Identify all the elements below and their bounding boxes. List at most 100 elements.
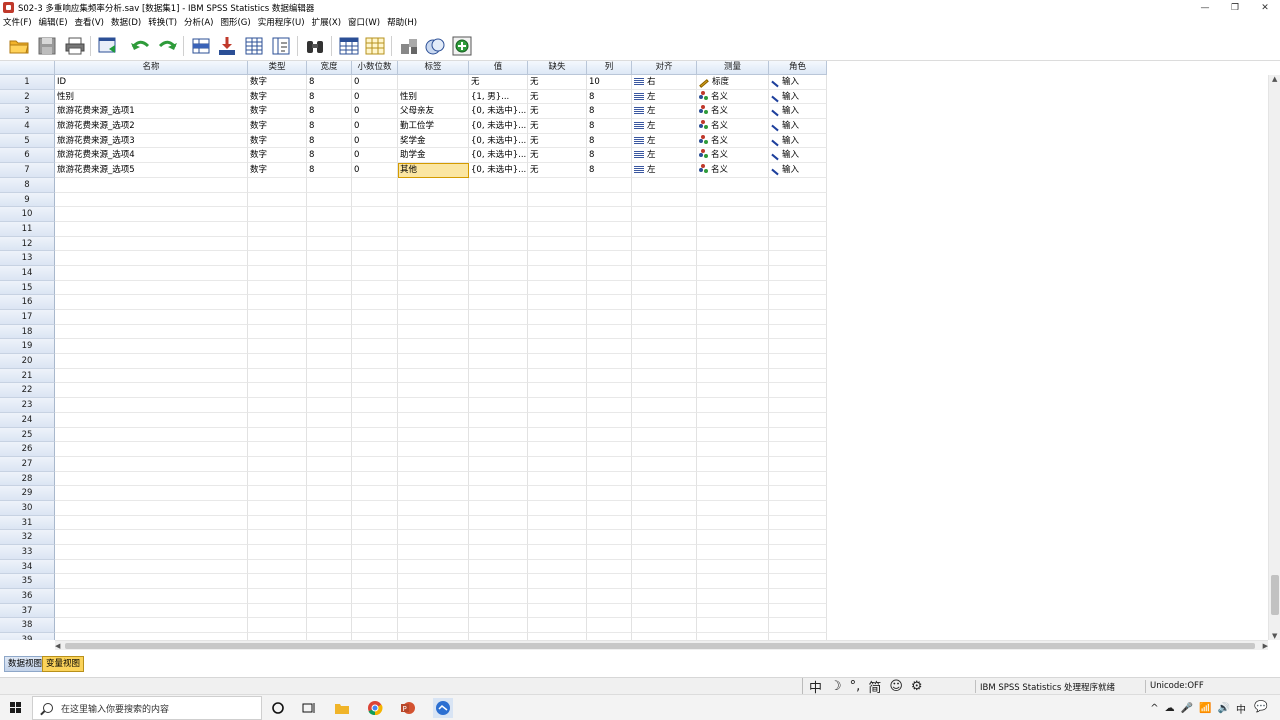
cell-label[interactable]	[398, 368, 469, 384]
cell-name[interactable]	[55, 618, 248, 634]
cell-align[interactable]	[632, 251, 697, 266]
cell-width[interactable]	[307, 339, 352, 355]
cell-align[interactable]	[632, 486, 697, 501]
cell-values[interactable]	[469, 280, 528, 296]
cell-label[interactable]	[398, 324, 469, 340]
cell-name[interactable]: 旅游花费来源_选项2	[55, 119, 248, 134]
cell-decimals[interactable]	[352, 559, 398, 575]
cell-measure[interactable]: 名义	[697, 104, 769, 120]
cell-role[interactable]	[769, 427, 827, 443]
column-header-columns[interactable]: 列	[587, 61, 632, 75]
cell-measure[interactable]	[697, 442, 769, 457]
cell-width[interactable]	[307, 574, 352, 590]
goto-case-icon[interactable]	[190, 35, 212, 57]
cell-missing[interactable]: 无	[528, 133, 587, 149]
cell-type[interactable]	[248, 559, 307, 575]
cortana-icon[interactable]	[270, 700, 286, 716]
cell-columns[interactable]	[587, 500, 632, 516]
row-number[interactable]: 23	[0, 398, 55, 413]
row-number[interactable]: 29	[0, 486, 55, 501]
cell-measure[interactable]	[697, 589, 769, 604]
cell-missing[interactable]	[528, 221, 587, 237]
cell-missing[interactable]	[528, 280, 587, 296]
cell-align[interactable]	[632, 618, 697, 634]
cell-align[interactable]	[632, 221, 697, 237]
cell-decimals[interactable]	[352, 324, 398, 340]
notification-icon[interactable]: 💬	[1254, 700, 1268, 713]
menu-file[interactable]: 文件(F)	[2, 15, 38, 31]
row-number[interactable]: 6	[0, 148, 55, 164]
cell-columns[interactable]	[587, 559, 632, 575]
cell-columns[interactable]	[587, 633, 632, 640]
cell-columns[interactable]: 8	[587, 104, 632, 120]
cell-label[interactable]: 助学金	[398, 148, 469, 164]
column-header-label[interactable]: 标签	[398, 61, 469, 75]
cell-label[interactable]	[398, 398, 469, 413]
variables-icon[interactable]	[243, 35, 265, 57]
cell-decimals[interactable]	[352, 383, 398, 399]
cell-decimals[interactable]: 0	[352, 163, 398, 178]
row-number[interactable]: 22	[0, 383, 55, 399]
cell-label[interactable]: 父母亲友	[398, 104, 469, 120]
scroll-down-icon[interactable]: ▼	[1272, 632, 1277, 640]
cell-width[interactable]	[307, 456, 352, 472]
cell-align[interactable]	[632, 427, 697, 443]
menu-analyze[interactable]: 分析(A)	[183, 15, 219, 31]
cell-values[interactable]	[469, 633, 528, 640]
vertical-scrollbar[interactable]: ▲ ▼	[1268, 75, 1280, 640]
scroll-right-icon[interactable]: ▶	[1263, 642, 1268, 650]
cell-columns[interactable]	[587, 236, 632, 252]
cell-decimals[interactable]: 0	[352, 104, 398, 120]
cell-values[interactable]	[469, 236, 528, 252]
cell-width[interactable]	[307, 618, 352, 634]
menu-extensions[interactable]: 扩展(X)	[311, 15, 347, 31]
cell-measure[interactable]	[697, 383, 769, 399]
cell-width[interactable]: 8	[307, 163, 352, 178]
cell-name[interactable]	[55, 456, 248, 472]
column-header-measure[interactable]: 测量	[697, 61, 769, 75]
cell-width[interactable]: 8	[307, 104, 352, 120]
cell-type[interactable]	[248, 368, 307, 384]
split-file-icon[interactable]	[398, 35, 420, 57]
cell-width[interactable]	[307, 427, 352, 443]
cell-label[interactable]: 性别	[398, 89, 469, 105]
cell-role[interactable]	[769, 265, 827, 281]
cell-width[interactable]	[307, 192, 352, 208]
cell-width[interactable]	[307, 545, 352, 560]
cell-align[interactable]: 左	[632, 148, 697, 164]
cell-label[interactable]	[398, 486, 469, 501]
recall-dialog-icon[interactable]	[97, 35, 119, 57]
cell-align[interactable]	[632, 280, 697, 296]
cell-label[interactable]	[398, 574, 469, 590]
menu-utilities[interactable]: 实用程序(U)	[257, 15, 311, 31]
cell-role[interactable]	[769, 324, 827, 340]
cell-columns[interactable]	[587, 442, 632, 457]
cell-role[interactable]	[769, 310, 827, 325]
cell-align[interactable]	[632, 530, 697, 545]
cell-missing[interactable]	[528, 412, 587, 428]
cell-name[interactable]	[55, 221, 248, 237]
cell-columns[interactable]	[587, 412, 632, 428]
cell-columns[interactable]	[587, 265, 632, 281]
cell-role[interactable]	[769, 530, 827, 545]
cell-name[interactable]	[55, 368, 248, 384]
cell-measure[interactable]	[697, 574, 769, 590]
column-header-align[interactable]: 对齐	[632, 61, 697, 75]
find-icon[interactable]	[304, 35, 326, 57]
cell-role[interactable]	[769, 339, 827, 355]
cell-width[interactable]: 8	[307, 119, 352, 134]
cell-label[interactable]	[398, 618, 469, 634]
cell-width[interactable]: 8	[307, 133, 352, 149]
cell-name[interactable]	[55, 354, 248, 369]
cell-align[interactable]	[632, 236, 697, 252]
cell-decimals[interactable]	[352, 456, 398, 472]
cell-measure[interactable]	[697, 559, 769, 575]
cell-role[interactable]	[769, 633, 827, 640]
cell-decimals[interactable]	[352, 412, 398, 428]
cell-role[interactable]	[769, 603, 827, 619]
cell-label[interactable]: 奖学金	[398, 133, 469, 149]
cell-align[interactable]	[632, 398, 697, 413]
cell-width[interactable]	[307, 177, 352, 193]
task-view-icon[interactable]	[301, 700, 317, 716]
ime-settings-icon[interactable]: ⚙	[911, 679, 923, 694]
